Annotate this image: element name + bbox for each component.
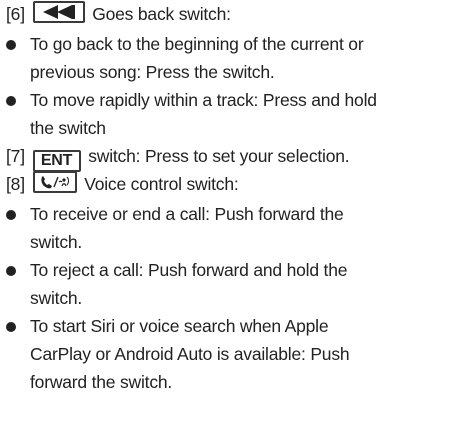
item-6-text: Goes back switch: [92,4,231,24]
item-8-text: Voice control switch: [84,174,239,194]
item-8-bullet-3-line-3: forward the switch. [30,372,173,392]
item-8-bullet-1-line-1: To receive or end a call: Push forward t… [30,204,344,224]
bullet-dot [6,266,16,276]
item-7-line: [7] ENT switch: Press to set your select… [6,142,350,172]
bullet-dot [6,96,16,106]
item-8-bullet-2-line-2: switch. [30,288,83,308]
item-6-heading: [6] Goes back switch: [6,0,231,28]
bullet-dot [6,322,16,332]
rewind-icon [42,5,75,19]
item-6-index: [6] [6,4,25,24]
item-8-bullet-3-line-2: CarPlay or Android Auto is available: Pu… [30,344,350,364]
item-8-bullet-2-line-1: To reject a call: Push forward and hold … [30,260,348,280]
bullet-dot [6,40,16,50]
back-switch-key [32,1,85,23]
item-7-index: [7] [6,146,25,166]
item-8-bullet-1-line-2: switch. [30,232,83,252]
item-6-bullet-2-line-2: the switch [30,118,106,138]
item-6-bullet-1-line-1: To go back to the beginning of the curre… [30,34,364,54]
item-6-bullet-1-line-2: previous song: Press the switch. [30,62,275,82]
phone-voice-icon [40,176,69,189]
item-7-text: switch: Press to set your selection. [88,146,350,166]
ent-switch-key: ENT [32,150,81,172]
item-6-bullet-2-line-1: To move rapidly within a track: Press an… [30,90,377,110]
item-8-index: [8] [6,174,25,194]
bullet-dot [6,210,16,220]
voice-switch-key [32,171,77,193]
item-8-heading: [8] Voice control switch: [6,170,239,198]
item-8-bullet-3-line-1: To start Siri or voice search when Apple [30,316,329,336]
